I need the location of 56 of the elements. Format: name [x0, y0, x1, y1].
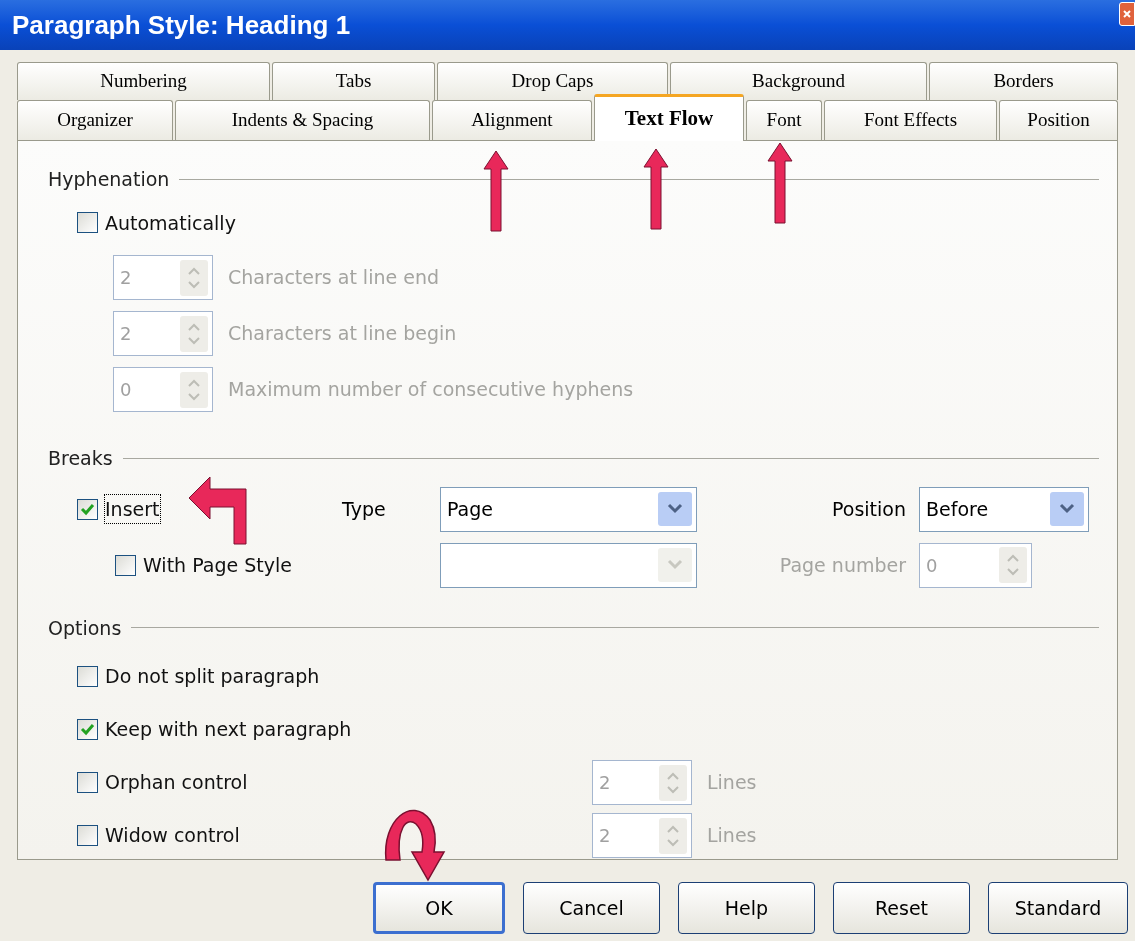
- spinner-arrows-icon: [659, 764, 687, 801]
- dropdown[interactable]: Page: [440, 486, 697, 532]
- checkbox[interactable]: [115, 554, 136, 576]
- tab[interactable]: Background: [670, 62, 927, 100]
- dialog-button[interactable]: Standard: [988, 882, 1128, 934]
- tab[interactable]: Organizer: [17, 100, 173, 140]
- tab[interactable]: Numbering: [17, 62, 270, 100]
- dialog-button[interactable]: Cancel: [523, 882, 660, 934]
- spinner-arrows-icon: [999, 547, 1027, 583]
- checkbox-label: Widow control: [105, 823, 240, 849]
- tab[interactable]: Text Flow: [594, 94, 744, 141]
- field-label: Page number: [779, 552, 906, 578]
- tab[interactable]: Borders: [929, 62, 1118, 100]
- checkbox[interactable]: [77, 719, 98, 740]
- checkbox-label: With Page Style: [143, 552, 292, 578]
- checkbox[interactable]: [77, 772, 98, 793]
- window-title: Paragraph Style: Heading 1: [12, 8, 351, 42]
- checkbox-label: Keep with next paragraph: [105, 717, 352, 743]
- tab[interactable]: Alignment: [432, 100, 592, 140]
- field-label: Lines: [707, 770, 757, 796]
- check-icon: [80, 501, 95, 517]
- section-heading: Options: [48, 615, 122, 641]
- spinner-arrows-icon: [180, 315, 208, 352]
- spinner-arrows-icon: [180, 371, 208, 408]
- checkbox[interactable]: [77, 498, 98, 520]
- dialog-button[interactable]: OK: [373, 882, 505, 934]
- dialog-button[interactable]: Reset: [833, 882, 970, 934]
- dialog-button[interactable]: Help: [678, 882, 815, 934]
- field-label: Characters at line end: [228, 265, 439, 291]
- field-label: Lines: [707, 823, 757, 849]
- spinner-arrows-icon: [659, 817, 687, 854]
- close-icon: [1122, 8, 1132, 20]
- tab[interactable]: Indents & Spacing: [175, 100, 430, 140]
- close-button[interactable]: [1119, 2, 1135, 26]
- section-heading: Breaks: [48, 446, 113, 471]
- tab[interactable]: Position: [999, 100, 1118, 140]
- checkbox-label: Orphan control: [105, 770, 248, 796]
- spinner-arrows-icon: [180, 259, 208, 296]
- check-icon: [80, 722, 95, 737]
- tab[interactable]: Font Effects: [824, 100, 997, 140]
- tab[interactable]: Drop Caps: [437, 62, 668, 100]
- checkbox[interactable]: [77, 825, 98, 846]
- field-label: Maximum number of consecutive hyphens: [228, 377, 634, 403]
- tab[interactable]: Font: [746, 100, 822, 140]
- checkbox-label: Do not split paragraph: [105, 664, 320, 690]
- field-label: Characters at line begin: [228, 321, 457, 347]
- tab[interactable]: Tabs: [272, 62, 435, 100]
- field-label: Position: [832, 496, 906, 522]
- dropdown[interactable]: Before: [919, 486, 1089, 532]
- checkbox[interactable]: [77, 212, 98, 234]
- section-heading: Hyphenation: [48, 167, 170, 192]
- checkbox[interactable]: [77, 666, 98, 687]
- field-label: Type: [342, 496, 387, 522]
- checkbox-label: Automatically: [105, 210, 236, 236]
- checkbox-label: Insert: [105, 494, 160, 524]
- arrow-annotation: [188, 476, 250, 546]
